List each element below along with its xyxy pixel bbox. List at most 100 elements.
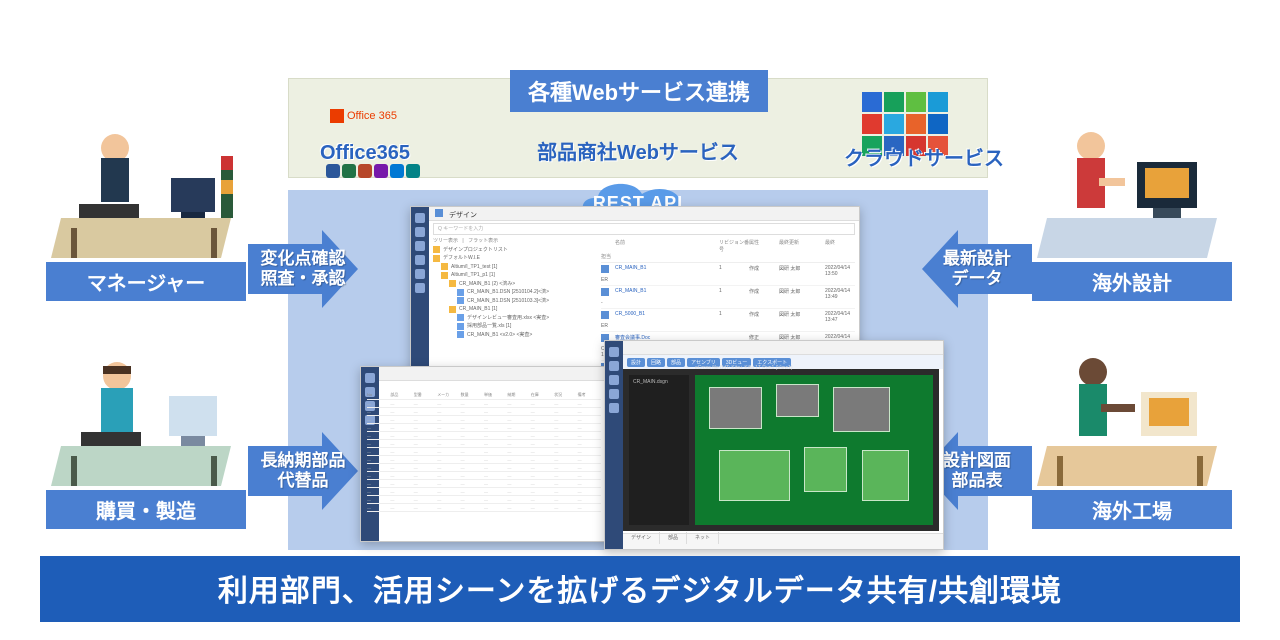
app1-header: デザイン: [429, 207, 859, 221]
grid-row[interactable]: ——————————: [367, 480, 601, 488]
tree-row[interactable]: デザインレビュー審査用.xlsx <実査>: [433, 314, 593, 323]
app1-search[interactable]: Q キーワードを入力: [433, 223, 855, 235]
folder-icon: [441, 263, 448, 270]
toolbar-tab[interactable]: 回路: [647, 358, 665, 367]
tree-row[interactable]: CR_MAIN_B1 <v2.0> <実査>: [433, 331, 593, 340]
overseas-design-illustration: [1037, 108, 1227, 258]
grid-row[interactable]: ——————————: [367, 504, 601, 512]
bottom-tab[interactable]: 部品: [660, 532, 687, 544]
grid-row[interactable]: ——————————: [367, 424, 601, 432]
persona-purchasing-label: 購買・製造: [46, 490, 246, 529]
app-pcb-viewer: 設計回路部品アセンブリ3Dビューエクスポート CR_MAIN.dsgn eCro…: [604, 340, 944, 550]
tree-label: CR_MAIN_B1 (2) <済み>: [459, 280, 515, 289]
grid-row[interactable]: ——————————: [367, 408, 601, 416]
tree-label: デフォルトW.I.E: [443, 254, 480, 263]
toolbar-tab[interactable]: 部品: [667, 358, 685, 367]
list-header: 名前リビジョン番号属性最終更新最終担当: [601, 237, 855, 263]
tree-row[interactable]: デフォルトW.I.E: [433, 254, 593, 263]
grid-row[interactable]: ——————————: [367, 456, 601, 464]
folder-icon: [441, 272, 448, 279]
cloud-app-icon: [928, 114, 948, 134]
cloud-app-icon: [928, 92, 948, 112]
app3-tree-root[interactable]: CR_MAIN.dsgn: [629, 375, 689, 389]
web-services-title: 各種Webサービス連携: [510, 70, 768, 112]
overseas-factory-illustration: [1037, 336, 1227, 486]
grid-row[interactable]: ——————————: [367, 400, 601, 408]
grid-row[interactable]: ——————————: [367, 488, 601, 496]
persona-overseas-design-label: 海外設計: [1032, 262, 1232, 301]
app3-canvas[interactable]: CR_MAIN.dsgn eCross file BdT: Kita+ Kill…: [623, 369, 939, 531]
app3-bottom-tabs[interactable]: デザイン部品ネット: [623, 533, 943, 549]
folder-icon: [449, 306, 456, 313]
app3-layers-panel[interactable]: CR_MAIN.dsgn: [629, 375, 689, 525]
tree-row[interactable]: CR_MAIN_B1.DSN [2510103.3]<済>: [433, 297, 593, 306]
app2-grid[interactable]: No部品型番メーカ数量単価納期在庫状況備考———————————————————…: [367, 391, 601, 535]
tree-row[interactable]: CR_MAIN_B1 [1]: [433, 305, 593, 314]
app3-sidebar: [605, 341, 623, 549]
list-row[interactable]: CR_5000_B11作成図研 太郎2022/04/14 13:47ER: [601, 309, 855, 332]
tree-row[interactable]: Altium/I_TP1_p1 [1]: [433, 271, 593, 280]
office365-brand-logo: Office 365: [330, 96, 430, 136]
arrow-parts-label: 長納期部品 代替品: [255, 451, 352, 492]
purchasing-illustration: [51, 336, 241, 486]
persona-purchasing: 購買・製造: [46, 336, 246, 529]
app1-title: デザイン: [449, 212, 477, 219]
app-dot-icon: [390, 164, 404, 178]
app1-tree[interactable]: ツリー表示 | フラット表示 デザインプロジェクトリスト デフォルトW.I.EA…: [433, 237, 593, 371]
app-parts-table: No部品型番メーカ数量単価納期在庫状況備考———————————————————…: [360, 366, 608, 542]
app1-sidebar: [411, 207, 429, 375]
grid-row[interactable]: ——————————: [367, 416, 601, 424]
folder-icon: [433, 246, 440, 253]
app1-tab-tree[interactable]: ツリー表示: [433, 237, 458, 246]
grid-row[interactable]: ——————————: [367, 496, 601, 504]
app-dot-icon: [326, 164, 340, 178]
office365-app-dots: [326, 164, 420, 178]
app-dot-icon: [342, 164, 356, 178]
cloud-services-label: クラウドサービス: [844, 142, 1004, 171]
tree-row[interactable]: 採用部品一覧.xls [1]: [433, 322, 593, 331]
grid-header: No部品型番メーカ数量単価納期在庫状況備考: [367, 391, 601, 400]
cloud-app-icon: [906, 92, 926, 112]
app1-tab-flat[interactable]: フラット表示: [468, 237, 498, 246]
grid-row[interactable]: ——————————: [367, 472, 601, 480]
file-icon: [457, 289, 464, 296]
grid-row[interactable]: ——————————: [367, 464, 601, 472]
grid-row[interactable]: ——————————: [367, 432, 601, 440]
office365-brand-text: Office 365: [347, 110, 397, 122]
tree-label: デザインレビュー審査用.xlsx <実査>: [467, 314, 549, 323]
tree-row[interactable]: CR_MAIN_B1.DSN [2510104.2]<済>: [433, 288, 593, 297]
bottom-banner: 利用部門、活用シーンを拡げるデジタルデータ共有/共創環境: [40, 556, 1240, 622]
grid-row[interactable]: ——————————: [367, 440, 601, 448]
manager-illustration: [51, 108, 241, 258]
arrow-parts: 長納期部品 代替品: [248, 432, 358, 510]
office365-label: Office365: [320, 142, 410, 165]
persona-manager-label: マネージャー: [46, 262, 246, 301]
tree-label: 採用部品一覧.xls [1]: [467, 322, 511, 331]
cloud-app-icon: [884, 114, 904, 134]
arrow-latest-design-label: 最新設計 データ: [937, 249, 1017, 290]
app1-tree-root[interactable]: デザインプロジェクトリスト: [443, 246, 508, 255]
cloud-app-icon: [862, 114, 882, 134]
app-dot-icon: [406, 164, 420, 178]
tree-row[interactable]: CR_MAIN_B1 (2) <済み>: [433, 280, 593, 289]
arrow-latest-design: 最新設計 データ: [922, 230, 1032, 308]
arrow-drawings-label: 設計図面 部品表: [937, 451, 1017, 492]
list-row[interactable]: CR_MAIN_B11作成図研 太郎2022/04/14 13:49-: [601, 286, 855, 309]
toolbar-tab[interactable]: 設計: [627, 358, 645, 367]
tree-label: CR_MAIN_B1.DSN [2510104.2]<済>: [467, 288, 549, 297]
pcb-board[interactable]: eCross file BdT: Kita+ Killa 1T Run1 (Vi…: [695, 375, 933, 525]
tree-row[interactable]: Altium/I_TP1_test [1]: [433, 263, 593, 272]
app-dot-icon: [374, 164, 388, 178]
list-row[interactable]: CR_MAIN_B11作成図研 太郎2022/04/14 13:50ER: [601, 263, 855, 286]
app2-header: [379, 367, 607, 381]
file-icon: [457, 331, 464, 338]
cloud-app-icon: [906, 114, 926, 134]
grid-row[interactable]: ——————————: [367, 448, 601, 456]
cloud-app-icon: [884, 92, 904, 112]
persona-overseas-factory: 海外工場: [1032, 336, 1232, 529]
tree-label: CR_MAIN_B1 [1]: [459, 305, 497, 314]
file-icon: [457, 297, 464, 304]
bottom-tab[interactable]: デザイン: [623, 532, 660, 544]
cloud-app-icon: [862, 92, 882, 112]
bottom-tab[interactable]: ネット: [687, 532, 719, 544]
